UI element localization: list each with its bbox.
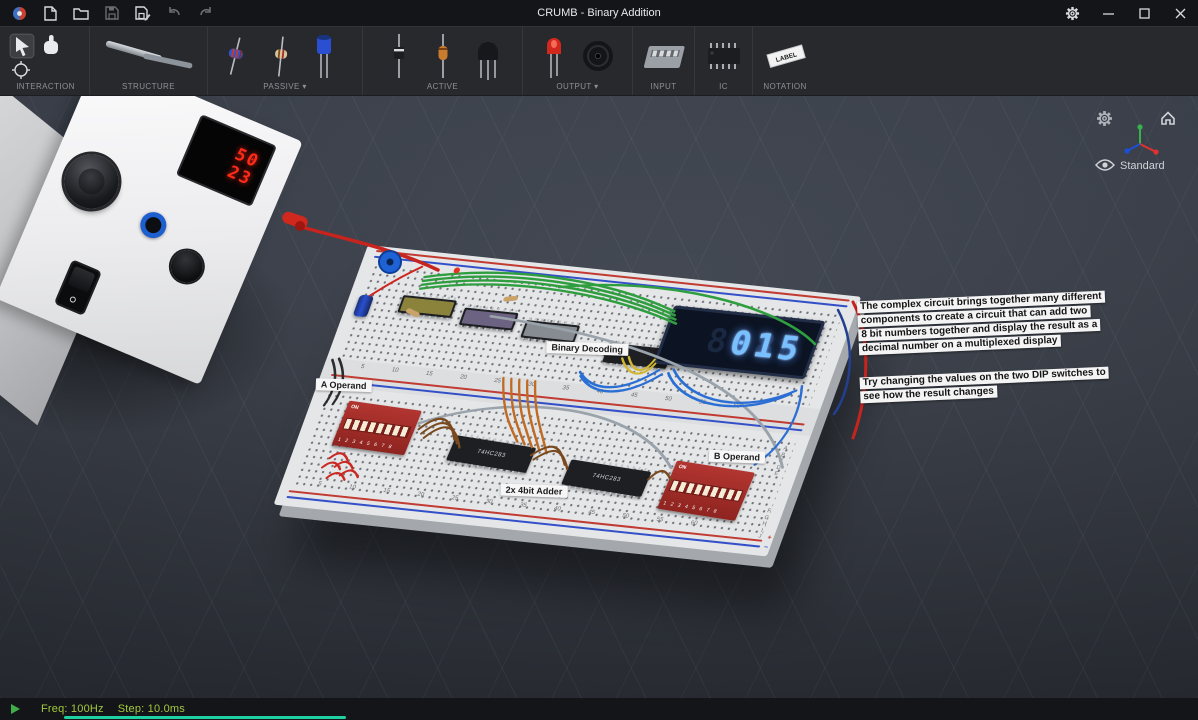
settings-gear-icon[interactable] [1054, 0, 1090, 26]
titlebar[interactable]: CRUMB - Binary Addition [0, 0, 1198, 26]
toolbar-label-passive: PASSIVE ▾ [263, 82, 306, 92]
toolbar-group-output[interactable]: OUTPUT ▾ [523, 27, 633, 95]
statusbar: Freq: 100Hz Step: 10.0ms [0, 698, 1198, 720]
adder1-part-number: 74HC283 [476, 449, 507, 459]
resistor-beige-icon [273, 36, 289, 77]
note-description[interactable]: The complex circuit brings together many… [857, 291, 1107, 358]
toolbar-group-ic[interactable]: IC [695, 27, 753, 95]
timeline-bar[interactable] [64, 716, 346, 719]
power-supply[interactable]: 50 23 [0, 96, 350, 446]
led-icon [547, 38, 561, 78]
ic-chip-decoder-3[interactable] [520, 320, 580, 343]
toolbar-group-structure[interactable]: STRUCTURE [90, 27, 208, 95]
toolbar-label-interaction: INTERACTION [16, 82, 75, 92]
label-a-operand[interactable]: A Operand [316, 378, 372, 392]
component-toolbar: INTERACTION STRUCTURE PASSIVE ▾ [0, 26, 1198, 96]
app-logo-icon [10, 4, 28, 22]
toolbar-group-passive[interactable]: PASSIVE ▾ [208, 27, 363, 95]
dip-b-switches[interactable] [669, 479, 744, 502]
psu-display: 50 23 [176, 114, 277, 207]
maximize-button[interactable] [1126, 0, 1162, 26]
breadboard[interactable]: 5 10 15 20 25 30 35 40 45 50 55 60 5 10 … [274, 245, 862, 556]
psu-power-switch[interactable] [54, 259, 102, 316]
dip-a-switches[interactable] [342, 418, 411, 439]
viewport-settings-gear-icon[interactable] [1094, 108, 1114, 128]
toolbar-label-structure: STRUCTURE [122, 82, 175, 92]
hand-pointer-icon [44, 35, 58, 54]
toolbar-label-ic: IC [719, 82, 728, 92]
frequency-readout: Freq: 100Hz [41, 703, 104, 715]
ic-chip-decoder-1[interactable] [397, 295, 457, 318]
step-readout: Step: 10.0ms [118, 703, 185, 715]
dip-switch-icon [643, 46, 684, 68]
save-button[interactable] [103, 4, 121, 22]
close-button[interactable] [1162, 0, 1198, 26]
axis-z-blue [1124, 148, 1129, 153]
glass-diode-icon [438, 34, 447, 78]
save-as-button[interactable] [134, 4, 152, 22]
note-try-it[interactable]: Try changing the values on the two DIP s… [860, 367, 1110, 406]
label-tag-icon: LABEL [767, 45, 805, 67]
rod-icon-2 [142, 53, 192, 69]
toolbar-label-active: ACTIVE [427, 82, 458, 92]
resistor-blue-icon [224, 36, 247, 76]
axis-gizmo[interactable] [1118, 122, 1162, 162]
transistor-icon [478, 42, 498, 80]
play-button[interactable] [10, 703, 21, 715]
toolbar-group-interaction[interactable]: INTERACTION [2, 27, 90, 95]
open-folder-button[interactable] [72, 4, 90, 22]
toolbar-label-notation: NOTATION [763, 82, 806, 92]
toolbar-group-notation[interactable]: LABEL NOTATION [753, 27, 817, 95]
undo-icon[interactable] [165, 4, 183, 22]
move-orbit-icon [12, 61, 30, 79]
toolbar-group-active[interactable]: ACTIVE [363, 27, 523, 95]
rail-plus-mark: + [766, 534, 773, 541]
display-value: 015 [726, 325, 807, 365]
window-title: CRUMB - Binary Addition [537, 7, 661, 19]
psu-jack-blue[interactable] [136, 208, 170, 242]
axis-x-red [1153, 149, 1158, 154]
new-file-button[interactable] [41, 4, 59, 22]
ic-chip-icon [708, 43, 740, 69]
buzzer-icon [583, 41, 613, 71]
ic-chip-decoder-2[interactable] [459, 307, 519, 330]
redo-icon[interactable] [196, 4, 214, 22]
label-adder[interactable]: 2x 4bit Adder [500, 484, 567, 498]
adder2-part-number: 74HC283 [591, 473, 622, 483]
view-mode-eye-icon[interactable] [1094, 156, 1116, 174]
psu-jack-black[interactable] [166, 246, 208, 288]
diode-icon [394, 34, 404, 78]
label-b-operand[interactable]: B Operand [709, 450, 765, 464]
toolbar-group-input[interactable]: INPUT [633, 27, 695, 95]
view-mode-label[interactable]: Standard [1120, 160, 1165, 172]
toolbar-label-output: OUTPUT ▾ [556, 82, 598, 92]
rail-minus-mark: − [763, 544, 770, 551]
capacitor-icon [317, 35, 331, 78]
axis-y-green [1137, 124, 1142, 129]
psu-knob[interactable] [56, 146, 127, 217]
toolbar-spacer [817, 27, 1198, 95]
minimize-button[interactable] [1090, 0, 1126, 26]
viewport-3d[interactable]: 50 23 5 10 15 20 25 30 35 40 45 50 55 60… [0, 96, 1198, 698]
toolbar-label-input: INPUT [651, 82, 677, 92]
